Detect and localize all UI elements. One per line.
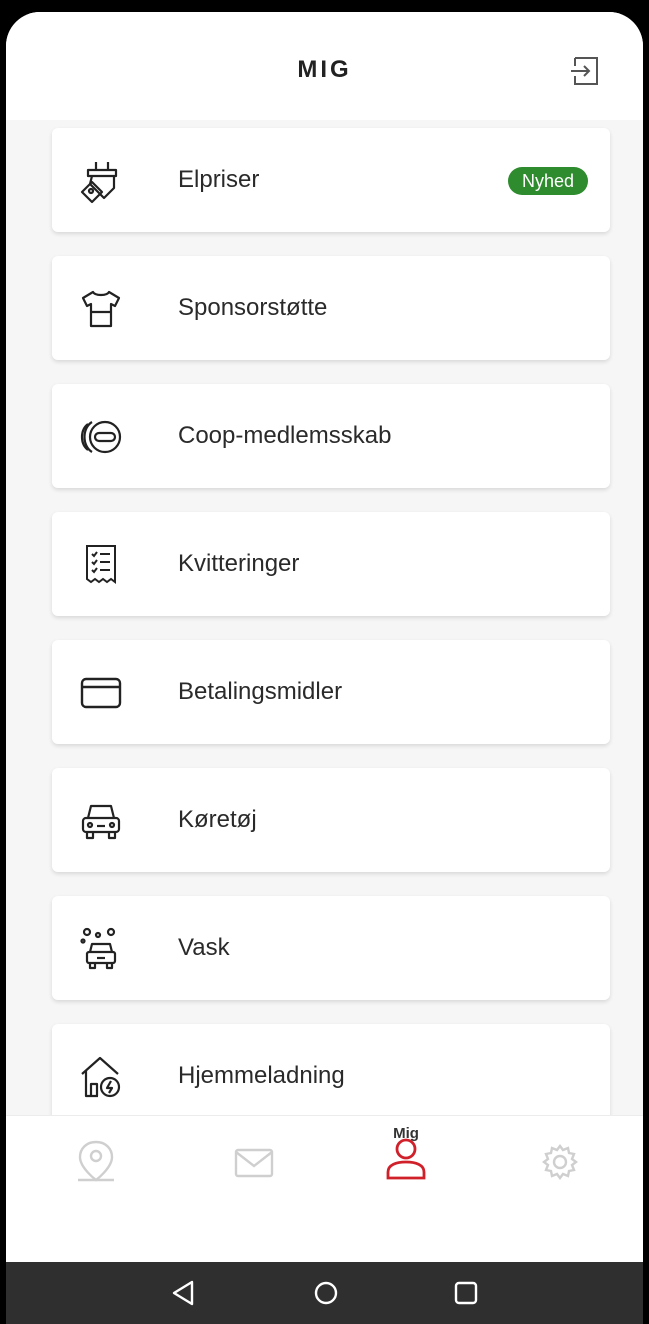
tshirt-icon	[78, 286, 124, 332]
menu-item-betalingsmidler[interactable]: Betalingsmidler	[52, 640, 610, 744]
coop-card-icon	[78, 414, 124, 460]
home-charging-icon	[78, 1054, 124, 1100]
back-icon[interactable]	[166, 1276, 200, 1310]
plug-price-tag-icon	[78, 158, 124, 204]
receipt-icon	[78, 542, 124, 588]
app-header: MIG	[6, 12, 643, 121]
bottom-navigation	[6, 1115, 643, 1256]
new-badge: Nyhed	[507, 167, 588, 195]
user-icon[interactable]	[376, 1136, 436, 1196]
map-pin-icon[interactable]	[66, 1136, 126, 1196]
menu-item-label: Køretøj	[178, 806, 257, 833]
menu-item-label: Hjemmeladning	[178, 1062, 345, 1089]
menu-item-kvitteringer[interactable]: Kvitteringer	[52, 512, 610, 616]
menu-item-koretoj[interactable]: Køretøj	[52, 768, 610, 872]
menu-item-label: Betalingsmidler	[178, 678, 343, 705]
menu-item-label: Kvitteringer	[178, 550, 300, 577]
app-screen: MIG Elpriser Nyhed Sponsorstøtte Coop-me…	[6, 12, 643, 1324]
nav-label-mig: Mig	[393, 1125, 419, 1142]
recents-icon[interactable]	[449, 1276, 483, 1310]
home-icon[interactable]	[309, 1276, 343, 1310]
logout-icon[interactable]	[569, 54, 603, 88]
menu-item-label: Elpriser	[178, 166, 260, 193]
menu-item-label: Vask	[178, 934, 230, 961]
menu-item-sponsorstotte[interactable]: Sponsorstøtte	[52, 256, 610, 360]
menu-item-label: Sponsorstøtte	[178, 294, 328, 321]
mail-icon[interactable]	[224, 1136, 284, 1196]
credit-card-icon	[78, 670, 124, 716]
page-title: MIG	[297, 56, 352, 83]
menu-list: Elpriser Nyhed Sponsorstøtte Coop-medlem…	[6, 120, 643, 1128]
android-navigation-bar	[6, 1262, 643, 1324]
menu-item-elpriser[interactable]: Elpriser Nyhed	[52, 128, 610, 232]
menu-item-hjemmeladning[interactable]: Hjemmeladning	[52, 1024, 610, 1128]
gear-icon[interactable]	[530, 1136, 590, 1196]
car-wash-icon	[78, 926, 124, 972]
menu-item-coop-medlemsskab[interactable]: Coop-medlemsskab	[52, 384, 610, 488]
car-icon	[78, 798, 124, 844]
menu-item-vask[interactable]: Vask	[52, 896, 610, 1000]
menu-item-label: Coop-medlemsskab	[178, 422, 392, 449]
